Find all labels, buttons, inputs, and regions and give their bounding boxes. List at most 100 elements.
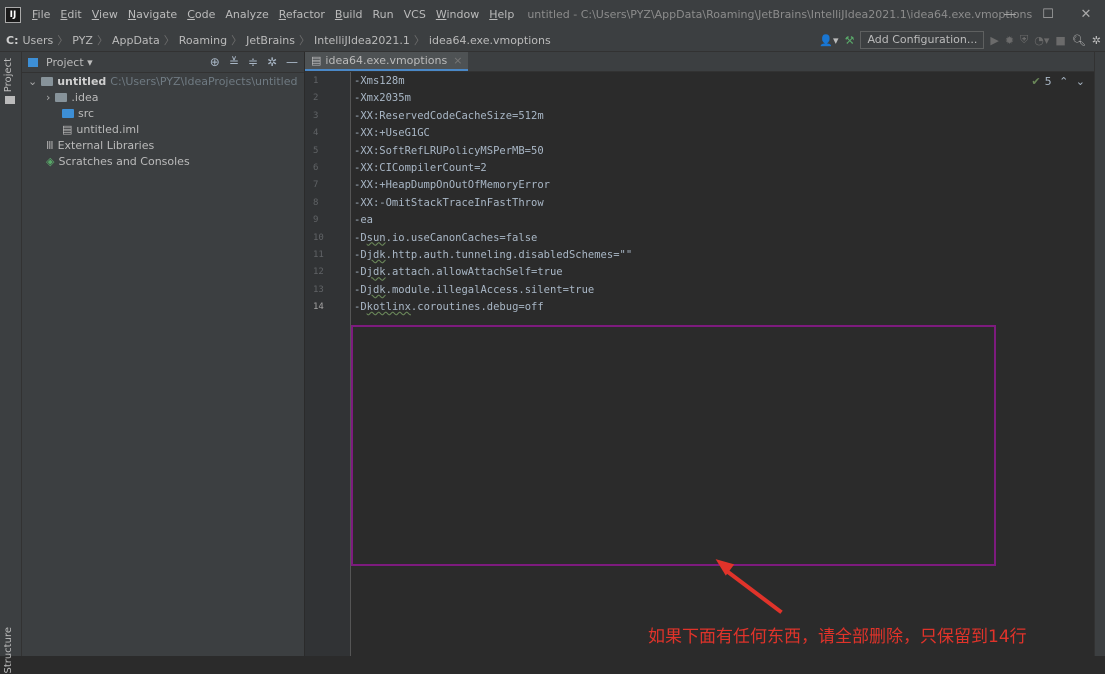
code-line[interactable]: -Dsun.io.useCanonCaches=false — [354, 232, 537, 244]
project-panel: Project ▾ ⊕ ≚ ≑ ✲ — ⌄ untitled C:\Users\… — [22, 52, 305, 656]
code-line[interactable]: -XX:CICompilerCount=2 — [354, 162, 487, 174]
inspection-widget[interactable]: ✔ 5 ⌃ ⌄ — [1031, 75, 1085, 88]
maximize-icon[interactable]: ☐ — [1029, 0, 1067, 29]
project-view-dropdown[interactable]: Project ▾ — [46, 56, 93, 69]
menu-bar: IJ File Edit View Navigate Code Analyze Refact… — [0, 0, 1105, 30]
build-hammer-icon[interactable]: ⚒ — [845, 34, 855, 47]
line-number: 8 — [313, 197, 319, 208]
code-line[interactable]: -Djdk.attach.allowAttachSelf=true — [354, 266, 563, 278]
code-line[interactable]: -Djdk.http.auth.tunneling.disabledScheme… — [354, 249, 632, 261]
left-tool-strip: Project Structure — [0, 52, 22, 674]
project-panel-header: Project ▾ ⊕ ≚ ≑ ✲ — — [22, 52, 304, 73]
breadcrumb-separator-icon: 〉 — [96, 34, 108, 47]
annotation-text: 如果下面有任何东西，请全部删除，只保留到14行 — [648, 627, 1027, 647]
inspection-count: 5 — [1044, 75, 1052, 88]
breadcrumb-item[interactable]: Users — [22, 34, 53, 47]
highlight-box — [351, 325, 996, 566]
chevron-down-icon[interactable]: ⌄ — [1076, 75, 1085, 88]
code-line[interactable]: -Dkotlinx.coroutines.debug=off — [354, 301, 544, 313]
expand-all-icon[interactable]: ≚ — [229, 55, 239, 69]
stop-icon[interactable]: ■ — [1055, 34, 1065, 47]
chevron-down-icon[interactable]: ⌄ — [28, 75, 37, 88]
hide-icon[interactable]: — — [286, 55, 298, 69]
project-panel-tools: ⊕ ≚ ≑ ✲ — — [210, 52, 298, 72]
chevron-right-icon[interactable]: › — [46, 91, 50, 104]
close-tab-icon[interactable]: × — [453, 54, 462, 67]
code-line[interactable]: -ea — [354, 214, 373, 226]
line-number: 13 — [313, 284, 324, 295]
tree-item-label: Scratches and Consoles — [58, 154, 190, 168]
menu-item[interactable]: Run — [368, 8, 399, 21]
chevron-up-icon[interactable]: ⌃ — [1059, 75, 1068, 88]
project-folder-icon[interactable] — [5, 96, 15, 104]
coverage-icon[interactable]: ⛨ — [1020, 33, 1028, 47]
debug-icon[interactable]: ✹ — [1005, 34, 1014, 47]
tree-item-untitled-iml[interactable]: ▤ untitled.iml — [22, 121, 304, 137]
breadcrumb-separator-icon: 〉 — [298, 34, 310, 47]
code-line[interactable]: -XX:ReservedCodeCacheSize=512m — [354, 110, 544, 122]
editor-tab-bar: ▤ idea64.exe.vmoptions × — [305, 52, 1095, 72]
menu-item[interactable]: Window — [431, 8, 484, 21]
code-line[interactable]: -Xmx2035m — [354, 92, 411, 104]
breadcrumb-item[interactable]: JetBrains — [246, 34, 295, 47]
menu-item[interactable]: Code — [182, 8, 220, 21]
code-line[interactable]: -Xms128m — [354, 75, 405, 87]
project-root-path: C:\Users\PYZ\IdeaProjects\untitled — [110, 74, 298, 88]
check-icon: ✔ — [1031, 75, 1041, 88]
line-number: 5 — [313, 145, 319, 156]
menu-item[interactable]: View — [87, 8, 123, 21]
source-folder-icon — [62, 108, 74, 118]
tab-idea64-vmoptions[interactable]: ▤ idea64.exe.vmoptions × — [305, 52, 469, 71]
breadcrumb-item[interactable]: idea64.exe.vmoptions — [429, 34, 551, 47]
toolbar-right: 👤▾ ⚒ Add Configuration... ▶ ✹ ⛨ ◔▾ ■ 🔍︎ … — [819, 29, 1101, 51]
breadcrumb-item[interactable]: IntelliJIdea2021.1 — [314, 34, 410, 47]
tree-item-label: src — [78, 106, 95, 120]
menu-item[interactable]: VCS — [399, 8, 431, 21]
breadcrumb-item[interactable]: Roaming — [179, 34, 227, 47]
tab-structure[interactable]: Structure — [3, 627, 14, 674]
menu-item[interactable]: File — [27, 8, 55, 21]
tab-project[interactable]: Project — [3, 58, 14, 92]
breadcrumb-separator-icon: 〉 — [231, 34, 243, 47]
breadcrumb-separator-icon: 〉 — [57, 34, 69, 47]
menu-item[interactable]: Navigate — [123, 8, 182, 21]
code-line[interactable]: -XX:+HeapDumpOnOutOfMemoryError — [354, 179, 550, 191]
gear-icon[interactable]: ✲ — [267, 55, 277, 69]
code-line[interactable]: -XX:+UseG1GC — [354, 127, 430, 139]
breadcrumb: C: Users 〉 PYZ 〉 AppData 〉 Roaming 〉 JetBrains 〉 In… — [0, 32, 551, 48]
window-controls: — ☐ ✕ — [991, 0, 1105, 29]
menu-item[interactable]: Refactor — [274, 8, 330, 21]
navigation-bar: C: Users 〉 PYZ 〉 AppData 〉 Roaming 〉 JetBrains 〉 In… — [0, 29, 1105, 52]
tree-item-idea[interactable]: › .idea — [22, 89, 304, 105]
run-icon[interactable]: ▶ — [990, 34, 998, 47]
line-number: 9 — [313, 215, 319, 226]
tree-root-untitled[interactable]: ⌄ untitled C:\Users\PYZ\IdeaProjects\unt… — [22, 73, 304, 89]
locate-file-icon[interactable]: ⊕ — [210, 55, 220, 69]
add-configuration-button[interactable]: Add Configuration... — [860, 31, 985, 49]
collapse-all-icon[interactable]: ≑ — [248, 55, 258, 69]
breadcrumb-drive[interactable]: C: — [6, 34, 18, 47]
code-line[interactable]: -XX:-OmitStackTraceInFastThrow — [354, 197, 544, 209]
code-line[interactable]: -Djdk.module.illegalAccess.silent=true — [354, 284, 594, 296]
breadcrumb-item[interactable]: PYZ — [72, 34, 93, 47]
line-number: 11 — [313, 250, 324, 260]
settings-gear-icon[interactable]: ✲ — [1092, 34, 1101, 47]
menu-item[interactable]: Help — [484, 8, 519, 21]
code-line[interactable]: -XX:SoftRefLRUPolicyMSPerMB=50 — [354, 145, 544, 157]
close-icon[interactable]: ✕ — [1067, 0, 1105, 29]
tree-item-src[interactable]: src — [22, 105, 304, 121]
menu-item[interactable]: Edit — [55, 8, 86, 21]
user-icon[interactable]: 👤▾ — [819, 34, 838, 47]
line-number: 12 — [313, 267, 324, 278]
tree-item-scratches[interactable]: ◈ Scratches and Consoles — [22, 153, 304, 169]
line-number: 7 — [313, 180, 319, 191]
search-icon[interactable]: 🔍︎ — [1072, 34, 1086, 47]
main-menu: File Edit View Navigate Code Analyze Refactor B… — [27, 8, 519, 21]
minimize-icon[interactable]: — — [991, 0, 1029, 29]
line-number: 14 — [313, 302, 324, 313]
menu-item[interactable]: Build — [330, 8, 368, 21]
menu-item[interactable]: Analyze — [220, 8, 273, 21]
profile-icon[interactable]: ◔▾ — [1034, 34, 1049, 47]
tree-item-external-libraries[interactable]: Ⅲ External Libraries — [22, 137, 304, 153]
breadcrumb-item[interactable]: AppData — [112, 34, 160, 47]
